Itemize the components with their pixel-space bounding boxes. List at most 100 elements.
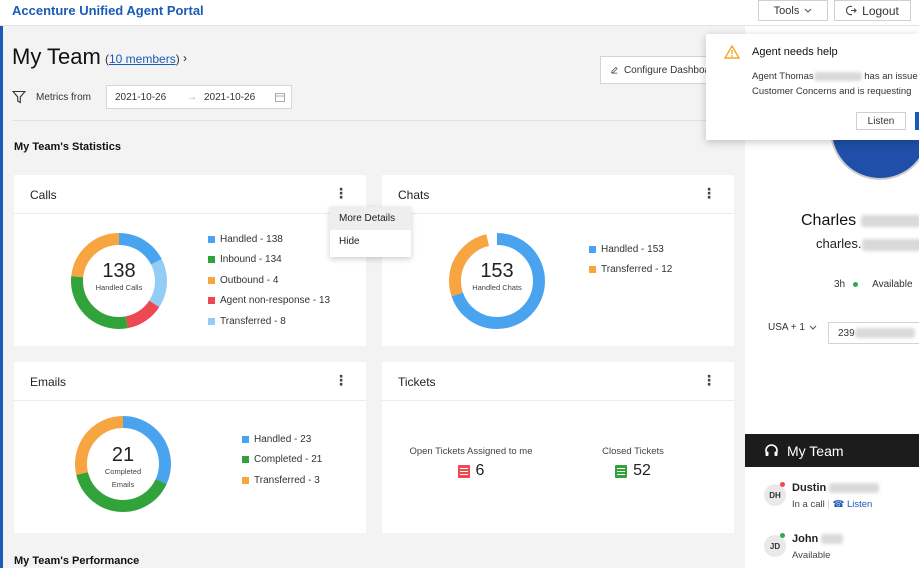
notification-listen-button[interactable]: Listen [856, 112, 906, 130]
kebab-menu-icon[interactable]: ⋮ [334, 185, 348, 202]
members-link[interactable]: 10 members [109, 52, 176, 66]
menu-item-hide[interactable]: Hide [330, 230, 411, 253]
card-divider [14, 213, 366, 214]
legend-label: Handled - 153 [601, 243, 664, 255]
card-divider [14, 400, 366, 401]
legend-swatch [242, 456, 249, 464]
legend-swatch [242, 476, 249, 484]
chevron-down-icon [804, 8, 812, 13]
performance-heading: My Team's Performance [14, 555, 140, 567]
emails-center-value: 21 [111, 444, 135, 466]
country-code-label: USA + 1 [768, 322, 805, 333]
ticket-list-icon [457, 464, 470, 478]
legend-item: Outbound - 4 [208, 270, 330, 291]
redacted-phone [854, 328, 915, 339]
logout-icon [846, 5, 857, 16]
chevron-right-icon[interactable]: › [183, 51, 187, 65]
emails-center: 21 Completed Emails [73, 444, 173, 489]
legend-item: Transferred - 8 [208, 311, 330, 332]
notification-primary-button[interactable] [915, 112, 919, 130]
kebab-menu-icon[interactable]: ⋮ [334, 372, 348, 389]
configure-dashboard-button[interactable]: Configure Dashboard [600, 56, 720, 84]
calls-title: Calls [30, 188, 57, 202]
agent-status[interactable]: 3h Available [834, 279, 913, 290]
status-dot [780, 533, 785, 538]
calls-center-label: Handled Calls [95, 283, 143, 292]
open-tickets-value: 6 [475, 462, 485, 479]
emails-title: Emails [30, 375, 67, 389]
chats-center-label: Handled Chats [472, 283, 522, 292]
date-range-picker[interactable]: 2021-10-26 → 2021-10-26 [106, 85, 292, 109]
kebab-menu-icon[interactable]: ⋮ [702, 372, 716, 389]
filter-icon[interactable] [12, 90, 26, 104]
closed-tickets-value: 52 [633, 462, 651, 479]
kebab-menu-icon[interactable]: ⋮ [702, 185, 716, 202]
avatar: JD [764, 535, 786, 557]
calls-legend: Handled - 138 Inbound - 134 Outbound - 4… [208, 229, 330, 332]
calls-center-value: 138 [102, 260, 136, 282]
legend-label: Agent non-response - 13 [220, 295, 331, 307]
card-divider [382, 213, 734, 214]
member-name: John [792, 533, 844, 545]
redacted-email [861, 238, 919, 251]
legend-item: Agent non-response - 13 [208, 291, 330, 312]
legend-label: Transferred - 12 [601, 264, 673, 276]
warning-icon [724, 45, 740, 59]
configure-label: Configure Dashboard [623, 64, 719, 76]
status-dot [780, 482, 785, 487]
calls-card: Calls ⋮ 138 Handled Calls Handled - 138 … [14, 175, 366, 346]
redacted-surname [821, 534, 844, 545]
notification-title: Agent needs help [752, 46, 838, 58]
tools-label: Tools [773, 4, 800, 17]
logout-button[interactable]: Logout [834, 0, 911, 21]
legend-item: Transferred - 3 [242, 470, 322, 491]
open-tickets[interactable]: Open Tickets Assigned to me 6 [396, 446, 546, 480]
agent-help-notification: Agent needs help Agent Thomas has an iss… [706, 34, 919, 140]
date-from: 2021-10-26 [115, 92, 167, 103]
legend-label: Handled - 23 [254, 433, 312, 445]
country-code-select[interactable]: USA + 1 [768, 322, 817, 333]
chats-center-value: 153 [480, 260, 514, 282]
chats-title: Chats [398, 188, 430, 202]
pencil-icon [611, 66, 618, 74]
top-bar: Accenture Unified Agent Portal Tools Log… [0, 0, 919, 26]
legend-swatch [242, 435, 249, 443]
legend-item: Completed - 21 [242, 450, 322, 471]
headset-icon [765, 444, 778, 456]
redacted-name [813, 71, 862, 81]
calendar-icon[interactable] [275, 92, 285, 102]
tickets-title: Tickets [398, 375, 436, 389]
legend-label: Inbound - 134 [220, 254, 282, 266]
redacted-surname [860, 214, 919, 227]
my-team-panel-header[interactable]: My Team [745, 434, 919, 467]
menu-item-more-details[interactable]: More Details [330, 207, 411, 230]
emails-legend: Handled - 23 Completed - 21 Transferred … [242, 429, 322, 491]
legend-item: Handled - 23 [242, 429, 322, 450]
header-divider [12, 120, 742, 121]
date-to: 2021-10-26 [204, 92, 256, 103]
chevron-down-icon [809, 325, 817, 330]
legend-swatch [208, 235, 215, 243]
redacted-surname [829, 483, 880, 494]
members-count: (10 members) [105, 52, 180, 66]
status-dot [853, 282, 859, 287]
left-accent-bar [0, 26, 3, 568]
closed-tickets-label: Closed Tickets [602, 446, 664, 457]
tools-dropdown[interactable]: Tools [758, 0, 828, 21]
closed-tickets[interactable]: Closed Tickets 52 [578, 446, 688, 480]
legend-label: Handled - 138 [220, 233, 283, 245]
calls-center: 138 Handled Calls [69, 260, 169, 292]
status-label: Available [872, 279, 913, 290]
statistics-heading: My Team's Statistics [14, 141, 121, 153]
open-tickets-label: Open Tickets Assigned to me [409, 446, 533, 457]
legend-label: Completed - 21 [254, 454, 323, 466]
page-title: My Team [12, 44, 101, 69]
member-name: Dustin [792, 482, 880, 494]
status-duration: 3h [834, 279, 846, 290]
legend-swatch [589, 245, 596, 253]
emails-center-label-2: Emails [111, 480, 135, 489]
phone-input[interactable]: 239 [828, 322, 919, 344]
listen-link[interactable]: ☎ Listen [833, 499, 873, 510]
legend-label: Transferred - 3 [254, 474, 320, 486]
profile-email: charles. [816, 236, 919, 251]
